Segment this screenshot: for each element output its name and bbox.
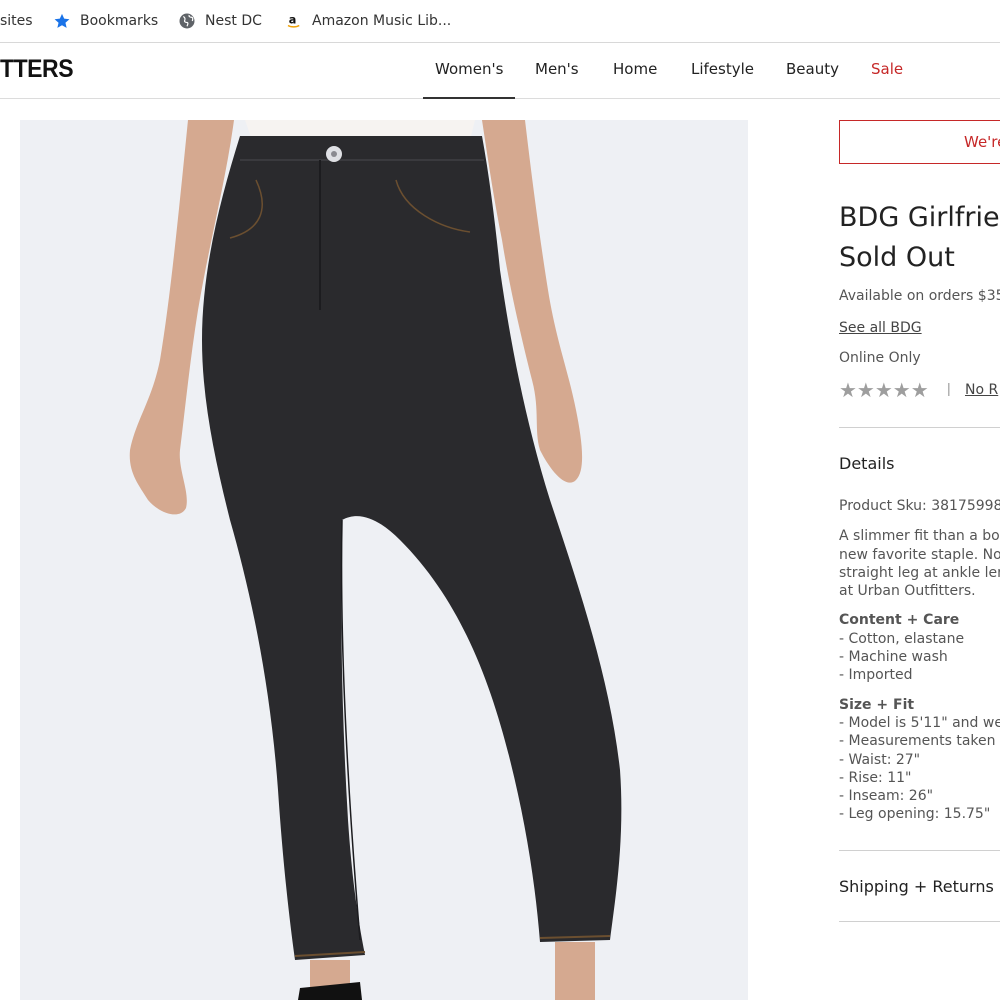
content-care-heading: Content + Care: [839, 612, 960, 629]
bookmarks-bar: sites Bookmarks Nest DC a Amazon Music L…: [0, 0, 1000, 43]
nav-womens[interactable]: Women's: [422, 43, 516, 99]
bookmark-amazon-music[interactable]: a Amazon Music Lib...: [285, 11, 451, 31]
site-header: TTERS Women's Men's Home Lifestyle Beaut…: [0, 43, 1000, 99]
divider: [839, 921, 1000, 922]
nav-lifestyle[interactable]: Lifestyle: [691, 43, 754, 98]
online-only-label: Online Only: [839, 350, 921, 366]
bookmark-label: Bookmarks: [80, 13, 159, 29]
globe-icon: [178, 12, 196, 30]
description-line: A slimmer fit than a boy: [839, 528, 1000, 545]
divider: [839, 850, 1000, 851]
rating-stars[interactable]: ★★★★★: [839, 378, 929, 403]
bookmark-label: Nest DC: [205, 13, 262, 29]
size-fit-item: - Waist: 27": [839, 751, 921, 768]
reviews-link[interactable]: No R: [965, 382, 998, 398]
bookmark-nest-dc[interactable]: Nest DC: [178, 11, 262, 31]
bookmark-label: sites: [0, 13, 33, 29]
size-fit-item: - Model is 5'11" and we: [839, 714, 1000, 731]
shipping-returns-heading[interactable]: Shipping + Returns: [839, 877, 994, 896]
bookmark-bookmarks[interactable]: Bookmarks: [53, 11, 158, 31]
site-logo[interactable]: TTERS: [0, 55, 74, 84]
size-fit-item: - Leg opening: 15.75": [839, 806, 991, 823]
details-heading[interactable]: Details: [839, 454, 894, 473]
star-icon: [53, 12, 71, 30]
size-fit-item: - Inseam: 26": [839, 788, 934, 805]
description-line: straight leg at ankle len: [839, 564, 1000, 581]
divider: [839, 427, 1000, 428]
product-sku: Product Sku: 38175998: [839, 498, 1000, 514]
notice-banner: We're: [839, 120, 1000, 164]
shipping-note: Available on orders $35: [839, 288, 1000, 304]
content-care-item: - Cotton, elastane: [839, 630, 965, 647]
size-fit-item: - Rise: 11": [839, 769, 912, 786]
bookmark-label: Amazon Music Lib...: [312, 13, 452, 29]
see-all-brand-link[interactable]: See all BDG: [839, 320, 922, 336]
nav-sale[interactable]: Sale: [871, 43, 903, 98]
size-fit-item: - Measurements taken: [839, 733, 996, 750]
description-line: new favorite staple. No: [839, 546, 1000, 563]
notice-text: We're: [964, 133, 1000, 151]
product-image[interactable]: [20, 120, 748, 1000]
svg-text:a: a: [289, 13, 297, 26]
product-title-line2: Sold Out: [839, 242, 955, 273]
nav-home[interactable]: Home: [613, 43, 657, 98]
product-title-line1: BDG Girlfrien: [839, 202, 1000, 233]
details-body: Product Sku: 38175998 A slimmer fit than…: [839, 497, 1000, 824]
content-care-item: - Imported: [839, 667, 913, 684]
description-line: at Urban Outfitters.: [839, 583, 976, 600]
nav-mens[interactable]: Men's: [535, 43, 579, 98]
amazon-icon: a: [285, 12, 303, 30]
product-title: BDG Girlfrien Sold Out: [839, 198, 1000, 278]
jeans-illustration: [20, 120, 748, 1000]
bookmark-sites[interactable]: sites: [0, 11, 33, 31]
content-care-item: - Machine wash: [839, 649, 948, 666]
rating-separator: |: [947, 380, 951, 396]
size-fit-heading: Size + Fit: [839, 696, 915, 713]
nav-beauty[interactable]: Beauty: [786, 43, 839, 98]
